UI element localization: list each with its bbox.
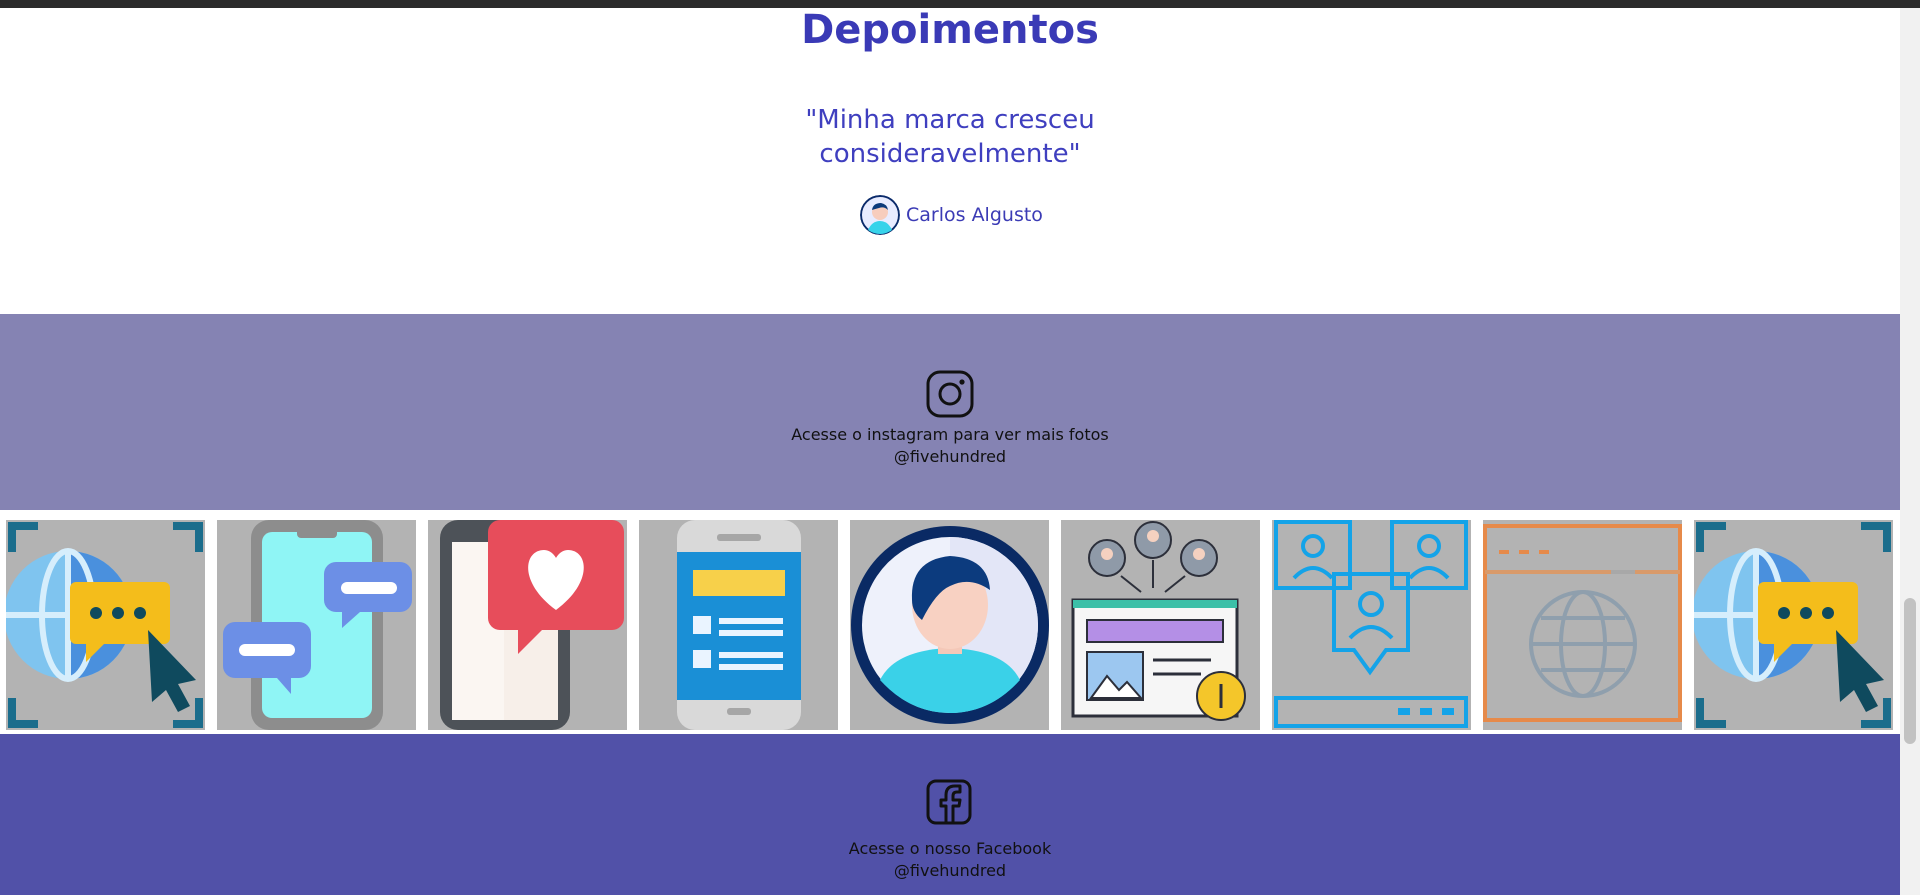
instagram-text: Acesse o instagram para ver mais fotos @…: [0, 424, 1900, 468]
instagram-section: Acesse o instagram para ver mais fotos @…: [0, 314, 1900, 510]
facebook-handle[interactable]: @fivehundred: [0, 860, 1900, 882]
phone-heart-icon: [440, 520, 624, 730]
testimonial-author: Carlos Algusto: [860, 194, 1043, 236]
gallery-tile[interactable]: [1272, 520, 1471, 730]
users-network-icon: [1274, 520, 1468, 728]
facebook-icon[interactable]: [925, 778, 973, 826]
facebook-section: Acesse o nosso Facebook @fivehundred: [0, 734, 1900, 895]
instagram-handle[interactable]: @fivehundred: [0, 446, 1900, 468]
phone-chat-icon: [223, 520, 412, 730]
testimonial-quote: "Minha marca cresceu consideravelmente": [805, 105, 1095, 169]
photo-gallery: [0, 512, 1900, 732]
page-scrollbar[interactable]: [1900, 8, 1920, 895]
instagram-icon[interactable]: [925, 369, 975, 419]
author-avatar-icon: [860, 195, 900, 235]
network-content-icon: [1071, 521, 1246, 721]
gallery-tile[interactable]: [217, 520, 416, 730]
gallery-tile[interactable]: [1483, 520, 1682, 730]
gallery-tile[interactable]: [1061, 520, 1260, 730]
instagram-label: Acesse o instagram para ver mais fotos: [791, 425, 1109, 444]
globe-chat-icon: [6, 522, 203, 728]
globe-chat-icon: [1694, 522, 1891, 728]
phone-list-icon: [677, 520, 801, 730]
scrollbar-thumb[interactable]: [1904, 598, 1916, 744]
gallery-tile[interactable]: [428, 520, 627, 730]
testimonials-title: Depoimentos: [801, 7, 1099, 53]
gallery-tile[interactable]: [639, 520, 838, 730]
page-content: Depoimentos "Minha marca cresceu conside…: [0, 8, 1900, 895]
browser-globe-icon: [1483, 524, 1682, 722]
gallery-tile[interactable]: [850, 520, 1049, 730]
gallery-tile[interactable]: [1694, 520, 1893, 730]
facebook-text: Acesse o nosso Facebook @fivehundred: [0, 838, 1900, 882]
author-name: Carlos Algusto: [906, 204, 1043, 226]
facebook-label: Acesse o nosso Facebook: [848, 839, 1052, 858]
user-avatar-icon: [851, 526, 1049, 724]
gallery-tile[interactable]: [6, 520, 205, 730]
